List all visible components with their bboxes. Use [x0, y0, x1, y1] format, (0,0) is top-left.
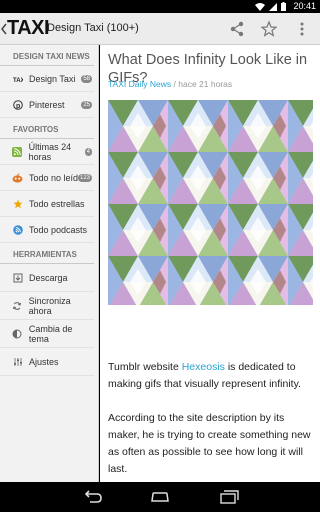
drawer-item-label: Cambia de tema: [28, 323, 73, 344]
drawer-item-label: Todo no leído: [29, 172, 84, 183]
article-paragraph: Tumblr website Hexeosis is dedicated to …: [108, 359, 314, 393]
drawer-item-design-taxi[interactable]: TAXI Design Taxi 58: [0, 66, 94, 92]
drawer-item-label: Ajustes: [29, 356, 59, 367]
pinterest-icon: p: [12, 99, 23, 110]
recent-apps-icon[interactable]: [218, 489, 240, 505]
theme-icon: [12, 328, 23, 339]
share-icon[interactable]: [228, 20, 246, 38]
unread-badge: 58: [81, 75, 92, 83]
article-image: [108, 100, 313, 305]
status-time: 20:41: [293, 1, 316, 11]
drawer-item-label: Descarga: [29, 272, 68, 283]
drawer-item-todo-podcasts[interactable]: Todo podcasts: [0, 217, 94, 243]
article-time: hace 21 horas: [178, 79, 233, 89]
drawer-item-todo-no-leido[interactable]: Todo no leído 123: [0, 165, 94, 191]
hexeosis-link[interactable]: Hexeosis: [182, 361, 225, 373]
action-bar: TAXI Design Taxi (100+): [0, 13, 320, 45]
back-icon[interactable]: [81, 489, 103, 505]
status-bar: 20:41: [0, 0, 320, 13]
section-favoritos: FAVORITOS: [0, 118, 94, 139]
signal-icon: [269, 2, 277, 11]
settings-icon: [12, 356, 23, 367]
download-icon: [12, 272, 23, 283]
drawer-item-ajustes[interactable]: Ajustes: [0, 348, 94, 376]
drawer-item-label: Pinterest: [29, 99, 65, 110]
app-logo[interactable]: TAXI: [7, 17, 50, 40]
drawer-item-sincroniza-ahora[interactable]: Sincroniza ahora: [0, 292, 94, 320]
app-title: Design Taxi (100+): [47, 22, 139, 34]
rss-icon: [12, 146, 23, 157]
unread-badge: 123: [77, 174, 92, 182]
drawer-item-cambia-de-tema[interactable]: Cambia de tema: [0, 320, 94, 348]
sync-icon: [12, 300, 23, 311]
article-pane[interactable]: What Does Infinity Look Like in GIFs? TA…: [100, 45, 320, 482]
overflow-menu-icon[interactable]: [293, 20, 311, 38]
article-body: Tumblr website Hexeosis is dedicated to …: [108, 359, 314, 482]
unread-badge: 4: [84, 148, 92, 156]
wifi-icon: [255, 2, 265, 11]
article-source-link[interactable]: TAXI Daily News: [108, 79, 171, 89]
drawer-item-label: Design Taxi: [29, 73, 76, 84]
svg-text:p: p: [16, 103, 20, 110]
article-paragraph: According to the site description by its…: [108, 412, 311, 475]
drawer-item-label: Sincroniza ahora: [28, 295, 71, 316]
unread-badge: 25: [81, 101, 92, 109]
battery-icon: [281, 2, 286, 11]
navigation-drawer: DESIGN TAXI NEWS TAXI Design Taxi 58 p P…: [0, 45, 99, 482]
drawer-item-descarga[interactable]: Descarga: [0, 264, 94, 292]
drawer-item-todo-estrellas[interactable]: Todo estrellas: [0, 191, 94, 217]
paragraph-text: Tumblr website: [108, 361, 182, 373]
section-design-taxi-news: DESIGN TAXI NEWS: [0, 45, 94, 66]
drawer-item-ultimas-24-horas[interactable]: Últimas 24 horas 4: [0, 139, 94, 165]
system-navigation-bar: [0, 482, 320, 512]
drawer-item-label: Todo estrellas: [29, 198, 85, 209]
podcast-icon: [12, 224, 23, 235]
taxi-icon: TAXI: [12, 73, 23, 84]
section-herramientas: HERRAMIENTAS: [0, 243, 94, 264]
star-outline-icon[interactable]: [260, 20, 278, 38]
reader-icon: [12, 172, 23, 183]
drawer-item-pinterest[interactable]: p Pinterest 25: [0, 92, 94, 118]
svg-text:TAXI: TAXI: [13, 78, 23, 82]
home-icon[interactable]: [149, 489, 171, 505]
star-icon: [12, 198, 23, 209]
article-meta: TAXI Daily News / hace 21 horas: [108, 79, 232, 89]
drawer-item-label: Todo podcasts: [29, 224, 88, 235]
status-icons: [255, 2, 286, 11]
